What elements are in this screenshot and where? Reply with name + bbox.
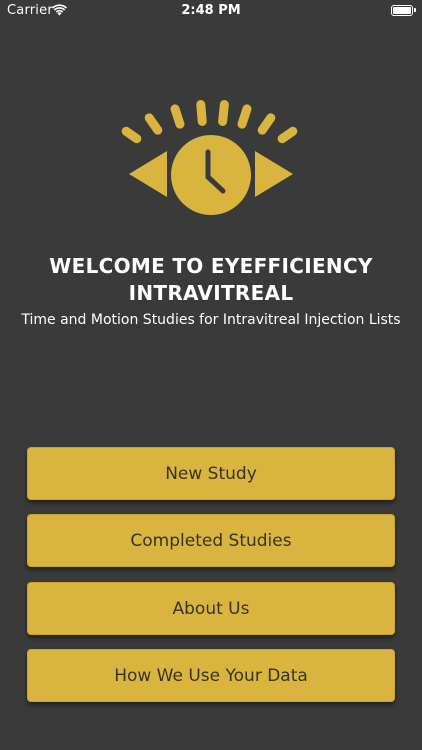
status-bar: Carrier 2:48 PM (0, 0, 422, 22)
about-us-button[interactable]: About Us (27, 582, 395, 635)
completed-studies-button[interactable]: Completed Studies (27, 514, 395, 567)
battery-tip (414, 8, 416, 12)
data-use-button[interactable]: How We Use Your Data (27, 649, 395, 702)
battery-icon (391, 5, 413, 16)
eye-clock-icon (121, 100, 298, 215)
page-title: WELCOME TO EYEFFICIENCY INTRAVITREAL (49, 254, 373, 305)
new-study-button[interactable]: New Study (27, 447, 395, 500)
page-subtitle: Time and Motion Studies for Intravitreal… (21, 312, 401, 328)
status-time: 2:48 PM (181, 3, 241, 18)
